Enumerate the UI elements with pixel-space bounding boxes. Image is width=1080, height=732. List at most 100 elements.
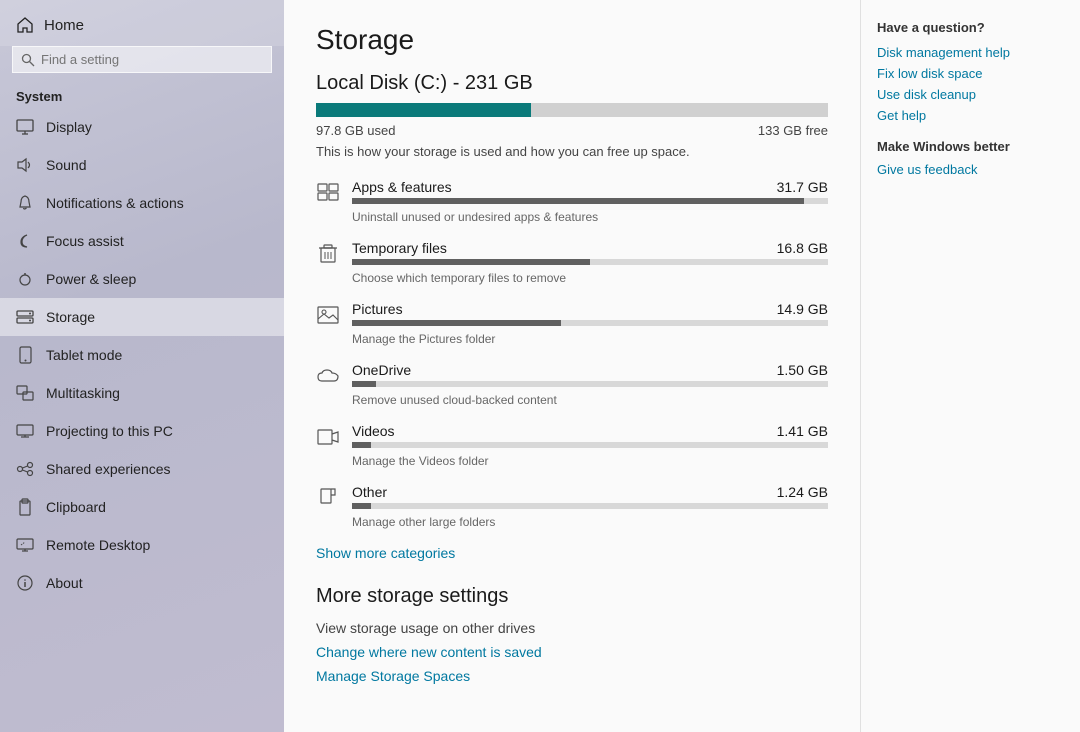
videos-desc: Manage the Videos folder <box>352 454 489 468</box>
sidebar-item-sound-label: Sound <box>46 157 86 173</box>
monitor-icon <box>16 118 34 136</box>
storage-item-videos[interactable]: Videos 1.41 GB Manage the Videos folder <box>316 423 828 468</box>
manage-spaces-link[interactable]: Manage Storage Spaces <box>316 668 828 684</box>
disk-cleanup-link[interactable]: Use disk cleanup <box>877 87 1064 102</box>
sidebar-item-clipboard-label: Clipboard <box>46 499 106 515</box>
storage-item-pictures[interactable]: Pictures 14.9 GB Manage the Pictures fol… <box>316 301 828 346</box>
storage-description: This is how your storage is used and how… <box>316 144 828 159</box>
get-help-link[interactable]: Get help <box>877 108 1064 123</box>
sidebar-item-shared[interactable]: Shared experiences <box>0 450 284 488</box>
main-content: Storage Local Disk (C:) - 231 GB 97.8 GB… <box>284 0 860 732</box>
moon-icon <box>16 232 34 250</box>
onedrive-details: OneDrive 1.50 GB Remove unused cloud-bac… <box>352 362 828 407</box>
search-icon <box>21 53 35 67</box>
disk-management-link[interactable]: Disk management help <box>877 45 1064 60</box>
change-content-link[interactable]: Change where new content is saved <box>316 644 828 660</box>
system-section-label: System <box>0 81 284 108</box>
sidebar-item-focus-label: Focus assist <box>46 233 124 249</box>
storage-bar-container <box>316 103 828 117</box>
video-icon <box>316 425 340 449</box>
sidebar-item-remote-label: Remote Desktop <box>46 537 150 553</box>
sidebar-item-about[interactable]: About <box>0 564 284 602</box>
sidebar-item-clipboard[interactable]: Clipboard <box>0 488 284 526</box>
sidebar-home-label: Home <box>44 17 84 34</box>
apps-size: 31.7 GB <box>777 179 828 195</box>
sidebar-item-power-label: Power & sleep <box>46 271 136 287</box>
sidebar-item-tablet[interactable]: Tablet mode <box>0 336 284 374</box>
sidebar-item-power[interactable]: Power & sleep <box>0 260 284 298</box>
search-box[interactable] <box>12 46 272 73</box>
clipboard-icon <box>16 498 34 516</box>
show-more-categories-link[interactable]: Show more categories <box>316 545 455 561</box>
onedrive-size: 1.50 GB <box>777 362 828 378</box>
sidebar-item-sound[interactable]: Sound <box>0 146 284 184</box>
shared-icon <box>16 460 34 478</box>
remote-icon <box>16 536 34 554</box>
power-icon <box>16 270 34 288</box>
fix-disk-link[interactable]: Fix low disk space <box>877 66 1064 81</box>
sidebar: Home System Display Sound Notifications … <box>0 0 284 732</box>
home-icon <box>16 16 34 34</box>
sidebar-item-projecting[interactable]: Projecting to this PC <box>0 412 284 450</box>
tablet-icon <box>16 346 34 364</box>
storage-item-temp[interactable]: Temporary files 16.8 GB Choose which tem… <box>316 240 828 285</box>
cloud-icon <box>316 364 340 388</box>
bell-icon <box>16 194 34 212</box>
info-icon <box>16 574 34 592</box>
other-details: Other 1.24 GB Manage other large folders <box>352 484 828 529</box>
sidebar-item-projecting-label: Projecting to this PC <box>46 423 173 439</box>
temp-desc: Choose which temporary files to remove <box>352 271 566 285</box>
sidebar-item-about-label: About <box>46 575 83 591</box>
temp-name: Temporary files <box>352 240 447 256</box>
videos-name: Videos <box>352 423 395 439</box>
other-desc: Manage other large folders <box>352 515 495 529</box>
sidebar-item-storage[interactable]: Storage <box>0 298 284 336</box>
right-panel: Have a question? Disk management help Fi… <box>860 0 1080 732</box>
pictures-size: 14.9 GB <box>777 301 828 317</box>
videos-size: 1.41 GB <box>777 423 828 439</box>
other-drives-link[interactable]: View storage usage on other drives <box>316 620 828 636</box>
page-title: Storage <box>316 24 828 56</box>
sidebar-item-shared-label: Shared experiences <box>46 461 171 477</box>
pictures-name: Pictures <box>352 301 403 317</box>
sidebar-item-remote[interactable]: Remote Desktop <box>0 526 284 564</box>
apps-icon <box>316 181 340 205</box>
project-icon <box>16 422 34 440</box>
more-settings-title: More storage settings <box>316 585 828 608</box>
disk-title: Local Disk (C:) - 231 GB <box>316 72 828 95</box>
pictures-details: Pictures 14.9 GB Manage the Pictures fol… <box>352 301 828 346</box>
sidebar-item-tablet-label: Tablet mode <box>46 347 122 363</box>
pictures-desc: Manage the Pictures folder <box>352 332 495 346</box>
used-label: 97.8 GB used <box>316 123 396 138</box>
storage-icon <box>16 308 34 326</box>
sidebar-item-notifications[interactable]: Notifications & actions <box>0 184 284 222</box>
sidebar-item-storage-label: Storage <box>46 309 95 325</box>
sidebar-item-multitasking-label: Multitasking <box>46 385 120 401</box>
search-input[interactable] <box>41 52 263 67</box>
pictures-icon <box>316 303 340 327</box>
trash-icon <box>316 242 340 266</box>
temp-details: Temporary files 16.8 GB Choose which tem… <box>352 240 828 285</box>
other-icon <box>316 486 340 510</box>
storage-bar-fill <box>316 103 531 117</box>
sidebar-item-display-label: Display <box>46 119 92 135</box>
temp-size: 16.8 GB <box>777 240 828 256</box>
onedrive-desc: Remove unused cloud-backed content <box>352 393 557 407</box>
apps-name: Apps & features <box>352 179 452 195</box>
sound-icon <box>16 156 34 174</box>
videos-details: Videos 1.41 GB Manage the Videos folder <box>352 423 828 468</box>
storage-item-other[interactable]: Other 1.24 GB Manage other large folders <box>316 484 828 529</box>
sidebar-item-focus[interactable]: Focus assist <box>0 222 284 260</box>
storage-item-onedrive[interactable]: OneDrive 1.50 GB Remove unused cloud-bac… <box>316 362 828 407</box>
storage-item-apps[interactable]: Apps & features 31.7 GB Uninstall unused… <box>316 179 828 224</box>
sidebar-item-display[interactable]: Display <box>0 108 284 146</box>
sidebar-item-multitasking[interactable]: Multitasking <box>0 374 284 412</box>
storage-bar-labels: 97.8 GB used 133 GB free <box>316 123 828 138</box>
other-size: 1.24 GB <box>777 484 828 500</box>
have-question-label: Have a question? <box>877 20 1064 35</box>
multitask-icon <box>16 384 34 402</box>
sidebar-home[interactable]: Home <box>0 0 284 46</box>
apps-desc: Uninstall unused or undesired apps & fea… <box>352 210 598 224</box>
give-feedback-link[interactable]: Give us feedback <box>877 162 1064 177</box>
free-label: 133 GB free <box>758 123 828 138</box>
